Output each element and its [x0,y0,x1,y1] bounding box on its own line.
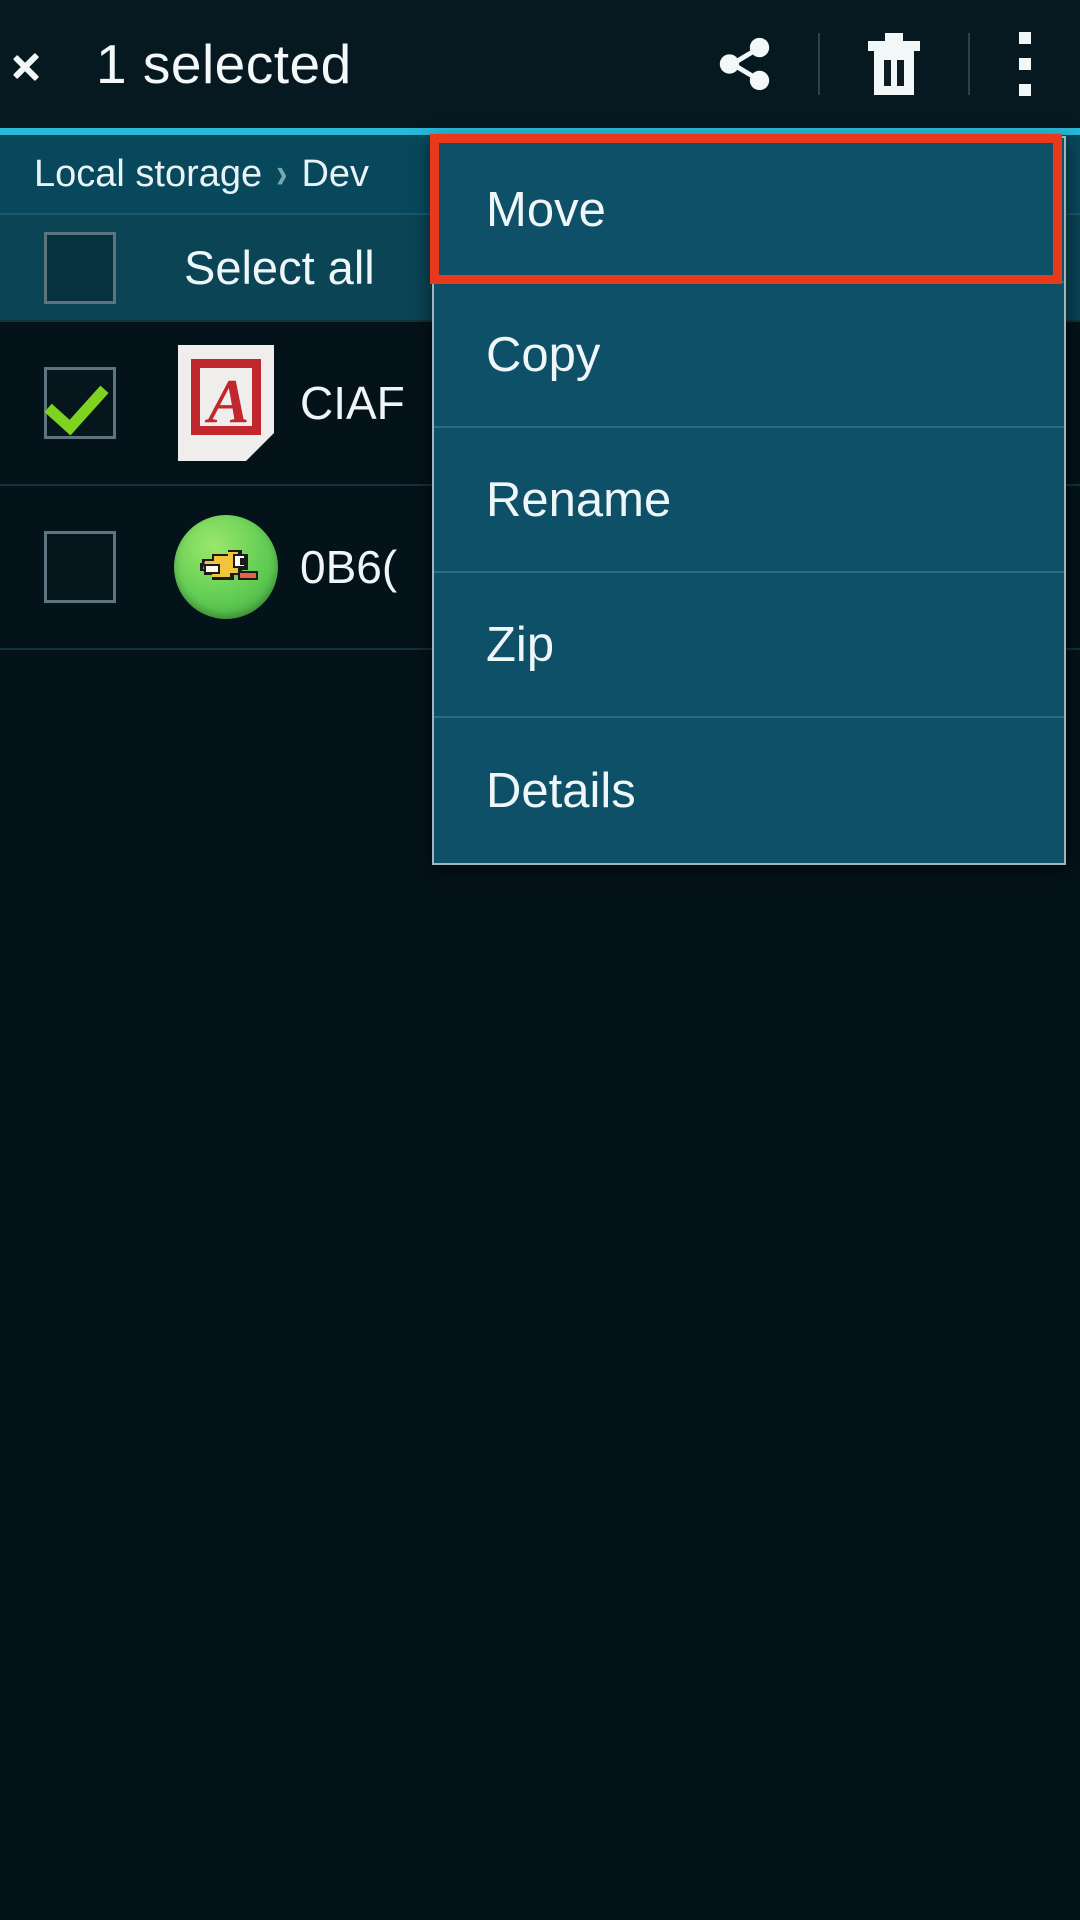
overflow-menu-button[interactable] [970,0,1080,128]
page-title: 1 selected [96,33,352,95]
share-icon [719,37,770,91]
select-all-checkbox-wrap[interactable] [0,231,160,304]
bird-glyph [200,550,258,580]
breadcrumb-item-1[interactable]: Dev [301,153,369,196]
file-checkbox-wrap-1[interactable] [0,531,160,603]
file-checkbox-wrap-0[interactable] [0,367,160,439]
file-icon-wrap-0: A [160,345,292,461]
share-button[interactable] [670,0,818,128]
file-checkbox-1[interactable] [44,531,116,603]
menu-item-move[interactable]: Move [434,138,1064,283]
overflow-menu-icon [1019,32,1031,96]
action-bar: 1 selected [0,0,1080,128]
file-name-1: 0B6( [300,541,398,593]
trash-icon [868,33,920,95]
file-name-0: CIAF [300,377,405,429]
breadcrumb-separator-icon: › [276,149,288,198]
back-button[interactable] [0,0,96,128]
delete-button[interactable] [820,0,968,128]
context-menu: Move Copy Rename Zip Details [432,136,1066,865]
accent-rule [0,128,1080,135]
breadcrumb-item-0[interactable]: Local storage [34,153,262,196]
pdf-file-icon: A [178,345,274,461]
chevron-left-icon [33,38,63,90]
menu-item-rename[interactable]: Rename [434,428,1064,573]
menu-item-copy[interactable]: Copy [434,283,1064,428]
menu-item-zip[interactable]: Zip [434,573,1064,718]
select-all-label: Select all [184,241,375,294]
phone-screen: 1 selected Local storage › Dev Select al… [0,0,1080,1920]
menu-item-details[interactable]: Details [434,718,1064,863]
select-all-checkbox[interactable] [44,231,116,304]
file-checkbox-0[interactable] [44,367,116,439]
file-icon-wrap-1 [160,515,292,619]
flappy-bird-app-icon [174,515,278,619]
